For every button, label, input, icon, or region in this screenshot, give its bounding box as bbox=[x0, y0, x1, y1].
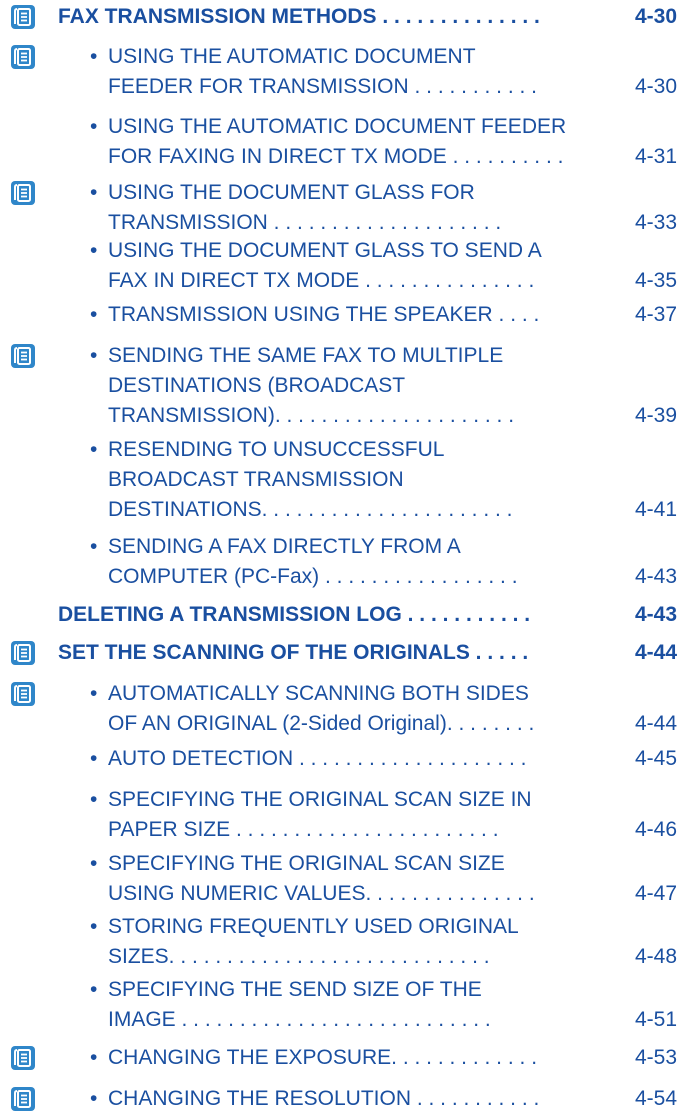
page-number: 4-30 bbox=[634, 5, 677, 28]
page-number: 4-47 bbox=[634, 882, 677, 905]
toc-title-line: STORING FREQUENTLY USED ORIGINAL bbox=[108, 915, 519, 938]
toc-title-line: USING THE AUTOMATIC DOCUMENT FEEDER bbox=[108, 115, 567, 138]
page-number: 4-31 bbox=[634, 145, 677, 168]
toc-heading[interactable]: DELETING A TRANSMISSION LOG . . . . . . … bbox=[0, 600, 691, 630]
toc-title-line: USING THE DOCUMENT GLASS FOR bbox=[108, 181, 475, 204]
toc-title-line: TRANSMISSION . . . . . . . . . . . . . .… bbox=[108, 211, 502, 234]
page-number: 4-51 bbox=[634, 1008, 677, 1031]
toc-title-line: TRANSMISSION USING THE SPEAKER . . . . bbox=[108, 303, 540, 326]
toc-title-line: SET THE SCANNING OF THE ORIGINALS . . . … bbox=[58, 641, 529, 664]
toc-title-line: CHANGING THE EXPOSURE. . . . . . . . . .… bbox=[108, 1046, 538, 1069]
toc-subentry[interactable]: • SENDING THE SAME FAX TO MULTIPLE DESTINA… bbox=[0, 341, 691, 431]
book-icon bbox=[11, 45, 35, 69]
toc-heading[interactable]: FAX TRANSMISSION METHODS . . . . . . . .… bbox=[0, 2, 691, 32]
toc-title: AUTO DETECTION . . . . . . . . . . . . .… bbox=[90, 744, 595, 774]
toc-title: SPECIFYING THE ORIGINAL SCAN SIZE IN PAPE… bbox=[90, 785, 595, 845]
toc-title-line: USING NUMERIC VALUES. . . . . . . . . . … bbox=[108, 882, 535, 905]
toc-title: RESENDING TO UNSUCCESSFUL BROADCAST TRANS… bbox=[90, 435, 595, 525]
toc-title-line: FAX IN DIRECT TX MODE . . . . . . . . . … bbox=[108, 269, 535, 292]
toc-subentry[interactable]: • SPECIFYING THE SEND SIZE OF THE IMAGE . … bbox=[0, 975, 691, 1035]
toc-title-line: DELETING A TRANSMISSION LOG . . . . . . … bbox=[58, 603, 531, 626]
toc-title-line: SPECIFYING THE SEND SIZE OF THE bbox=[108, 978, 482, 1001]
page-number: 4-43 bbox=[634, 565, 677, 588]
toc-subentry[interactable]: • AUTOMATICALLY SCANNING BOTH SIDES OF AN … bbox=[0, 679, 691, 739]
toc-subentry[interactable]: • TRANSMISSION USING THE SPEAKER . . . .4… bbox=[0, 300, 691, 330]
page-number: 4-44 bbox=[634, 712, 677, 735]
toc-subentry[interactable]: • USING THE AUTOMATIC DOCUMENT FEEDER FOR … bbox=[0, 112, 691, 172]
toc-title-line: FEEDER FOR TRANSMISSION . . . . . . . . … bbox=[108, 75, 538, 98]
toc-subentry[interactable]: • SENDING A FAX DIRECTLY FROM A COMPUTER (… bbox=[0, 532, 691, 592]
book-icon bbox=[11, 641, 35, 665]
book-icon bbox=[11, 1046, 35, 1070]
toc-title: SPECIFYING THE SEND SIZE OF THE IMAGE . .… bbox=[90, 975, 595, 1035]
toc-title-line: COMPUTER (PC-Fax) . . . . . . . . . . . … bbox=[108, 565, 518, 588]
toc-title-line: USING THE DOCUMENT GLASS TO SEND A bbox=[108, 239, 542, 262]
toc-title: SET THE SCANNING OF THE ORIGINALS . . . … bbox=[58, 638, 578, 668]
toc-title: STORING FREQUENTLY USED ORIGINAL SIZES. .… bbox=[90, 912, 595, 972]
toc-title-line: BROADCAST TRANSMISSION bbox=[108, 468, 404, 491]
page-number: 4-48 bbox=[634, 945, 677, 968]
toc-title: CHANGING THE EXPOSURE. . . . . . . . . .… bbox=[90, 1043, 595, 1073]
toc-title: SENDING A FAX DIRECTLY FROM A COMPUTER (P… bbox=[90, 532, 595, 592]
page-number: 4-43 bbox=[634, 603, 677, 626]
toc-title: USING THE DOCUMENT GLASS TO SEND A FAX IN… bbox=[90, 236, 595, 296]
toc-subentry[interactable]: • RESENDING TO UNSUCCESSFUL BROADCAST TRAN… bbox=[0, 435, 691, 525]
toc-title-line: CHANGING THE RESOLUTION . . . . . . . . … bbox=[108, 1087, 540, 1110]
page-number: 4-46 bbox=[634, 818, 677, 841]
toc-title-line: RESENDING TO UNSUCCESSFUL bbox=[108, 438, 445, 461]
toc-subentry[interactable]: • USING THE DOCUMENT GLASS FOR TRANSMISSIO… bbox=[0, 178, 691, 238]
toc-subentry[interactable]: • USING THE AUTOMATIC DOCUMENT FEEDER FOR … bbox=[0, 42, 691, 102]
page-number: 4-37 bbox=[634, 303, 677, 326]
toc-title: SPECIFYING THE ORIGINAL SCAN SIZE USING N… bbox=[90, 849, 595, 909]
toc-title: CHANGING THE RESOLUTION . . . . . . . . … bbox=[90, 1084, 595, 1114]
toc-title-line: IMAGE . . . . . . . . . . . . . . . . . … bbox=[108, 1008, 491, 1031]
toc-title: USING THE DOCUMENT GLASS FOR TRANSMISSION… bbox=[90, 178, 595, 238]
toc-subentry[interactable]: • AUTO DETECTION . . . . . . . . . . . . … bbox=[0, 744, 691, 774]
page-number: 4-44 bbox=[634, 641, 677, 664]
toc-title-line: USING THE AUTOMATIC DOCUMENT bbox=[108, 45, 476, 68]
toc-title-line: DESTINATIONS (BROADCAST bbox=[108, 374, 406, 397]
page-number: 4-35 bbox=[634, 269, 677, 292]
toc-subentry[interactable]: • CHANGING THE EXPOSURE. . . . . . . . . … bbox=[0, 1043, 691, 1073]
book-icon bbox=[11, 1087, 35, 1111]
toc-subentry[interactable]: • SPECIFYING THE ORIGINAL SCAN SIZE IN PAP… bbox=[0, 785, 691, 845]
toc-title-line: TRANSMISSION). . . . . . . . . . . . . .… bbox=[108, 404, 515, 427]
toc-title: FAX TRANSMISSION METHODS . . . . . . . .… bbox=[58, 2, 578, 32]
page-number: 4-45 bbox=[634, 747, 677, 770]
toc-title-line: OF AN ORIGINAL (2-Sided Original). . . .… bbox=[108, 712, 535, 735]
toc-title-line: PAPER SIZE . . . . . . . . . . . . . . .… bbox=[108, 818, 499, 841]
toc-title: SENDING THE SAME FAX TO MULTIPLE DESTINAT… bbox=[90, 341, 595, 431]
toc-title-line: DESTINATIONS. . . . . . . . . . . . . . … bbox=[108, 498, 513, 521]
page-number: 4-33 bbox=[634, 211, 677, 234]
toc-subentry[interactable]: • CHANGING THE RESOLUTION . . . . . . . .… bbox=[0, 1084, 691, 1114]
book-icon bbox=[11, 181, 35, 205]
toc-title-line: FOR FAXING IN DIRECT TX MODE . . . . . .… bbox=[108, 145, 564, 168]
toc-title: USING THE AUTOMATIC DOCUMENT FEEDER FOR T… bbox=[90, 42, 595, 102]
page-number: 4-54 bbox=[634, 1087, 677, 1110]
book-icon bbox=[11, 5, 35, 29]
toc-title-line: SPECIFYING THE ORIGINAL SCAN SIZE IN bbox=[108, 788, 532, 811]
toc-subentry[interactable]: • STORING FREQUENTLY USED ORIGINAL SIZES. … bbox=[0, 912, 691, 972]
table-of-contents: FAX TRANSMISSION METHODS . . . . . . . .… bbox=[0, 0, 691, 1111]
page-number: 4-41 bbox=[634, 498, 677, 521]
toc-title-line: AUTOMATICALLY SCANNING BOTH SIDES bbox=[108, 682, 529, 705]
toc-title-line: AUTO DETECTION . . . . . . . . . . . . .… bbox=[108, 747, 527, 770]
toc-title: USING THE AUTOMATIC DOCUMENT FEEDER FOR F… bbox=[90, 112, 595, 172]
page-number: 4-53 bbox=[634, 1046, 677, 1069]
page-number: 4-30 bbox=[634, 75, 677, 98]
book-icon bbox=[11, 682, 35, 706]
toc-title: AUTOMATICALLY SCANNING BOTH SIDES OF AN O… bbox=[90, 679, 595, 739]
book-icon bbox=[11, 344, 35, 368]
page-number: 4-39 bbox=[634, 404, 677, 427]
toc-title-line: FAX TRANSMISSION METHODS . . . . . . . .… bbox=[58, 5, 540, 28]
toc-title-line: SPECIFYING THE ORIGINAL SCAN SIZE bbox=[108, 852, 505, 875]
toc-title-line: SENDING THE SAME FAX TO MULTIPLE bbox=[108, 344, 504, 367]
toc-subentry[interactable]: • SPECIFYING THE ORIGINAL SCAN SIZE USING … bbox=[0, 849, 691, 909]
toc-title-line: SENDING A FAX DIRECTLY FROM A bbox=[108, 535, 461, 558]
toc-subentry[interactable]: • USING THE DOCUMENT GLASS TO SEND A FAX I… bbox=[0, 236, 691, 296]
toc-title: DELETING A TRANSMISSION LOG . . . . . . … bbox=[58, 600, 578, 630]
toc-heading[interactable]: SET THE SCANNING OF THE ORIGINALS . . . … bbox=[0, 638, 691, 668]
toc-title: TRANSMISSION USING THE SPEAKER . . . . bbox=[90, 300, 595, 330]
toc-title-line: SIZES. . . . . . . . . . . . . . . . . .… bbox=[108, 945, 490, 968]
